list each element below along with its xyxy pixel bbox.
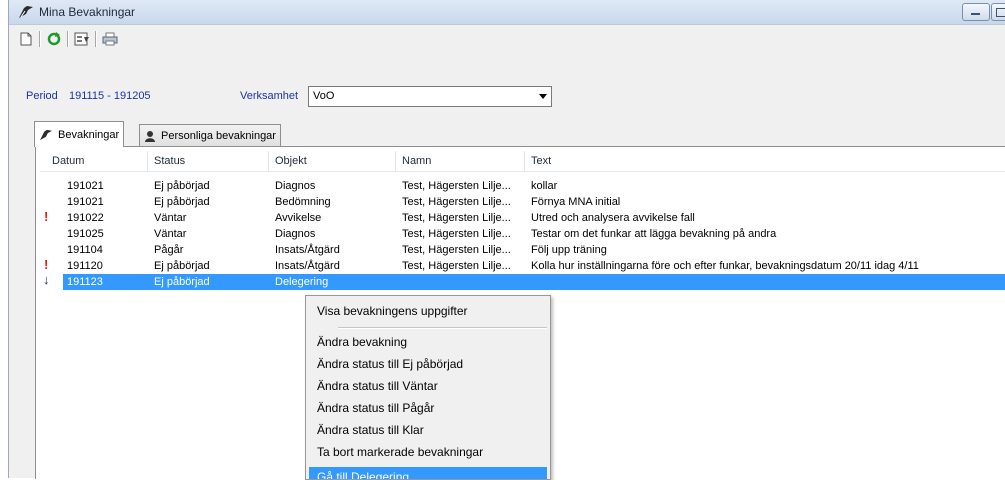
cell-text: kollar [531, 180, 558, 192]
cell-status: Väntar [154, 212, 187, 224]
column-header-namn[interactable]: Namn [395, 151, 431, 171]
chevron-down-icon[interactable] [539, 94, 547, 99]
cell-namn: Test, Hägersten Lilje... [402, 260, 511, 272]
table-row[interactable]: 191021 Ej påbörjad Bedömning Test, Häger… [40, 194, 1005, 210]
table-row[interactable]: 191021 Ej påbörjad Diagnos Test, Hägerst… [40, 178, 1005, 194]
cell-namn: Test, Hägersten Lilje... [402, 196, 511, 208]
cell-status: Ej påbörjad [154, 276, 210, 288]
refresh-icon[interactable] [43, 28, 65, 50]
cell-namn: Test, Hägersten Lilje... [402, 212, 511, 224]
cell-status: Ej påbörjad [154, 260, 210, 272]
table-row[interactable]: 191025 Väntar Diagnos Test, Hägersten Li… [40, 226, 1005, 242]
column-header-datum[interactable]: Datum [52, 155, 84, 167]
title-bar: Mina Bevakningar [9, 0, 1005, 25]
column-header-objekt[interactable]: Objekt [268, 151, 307, 171]
cell-namn: Test, Hägersten Lilje... [402, 244, 511, 256]
verksamhet-label: Verksamhet [240, 90, 299, 102]
menu-item-status-klar[interactable]: Ändra status till Klar [309, 420, 547, 441]
toolbar-separator [39, 31, 41, 47]
cell-datum: 191104 [67, 244, 103, 256]
table-row-selected[interactable]: ↓ 191123 Ej påbörjad Delegering [40, 272, 1005, 290]
person-icon [145, 130, 155, 142]
tab-label: Bevakningar [58, 128, 120, 141]
cell-namn: Test, Hägersten Lilje... [402, 180, 511, 192]
cell-datum: 191123 [67, 276, 103, 288]
period-label: Period [26, 90, 58, 102]
cell-objekt: Delegering [275, 276, 329, 288]
cell-objekt: Diagnos [275, 180, 316, 192]
tab-personliga-bevakningar[interactable]: Personliga bevakningar [139, 124, 281, 146]
cell-objekt: Insats/Åtgärd [275, 260, 340, 272]
cell-text: Förnya MNA initial [531, 196, 621, 208]
verksamhet-select[interactable]: VoO [308, 86, 552, 107]
cell-text: Kolla hur inställningarna före och efter… [531, 260, 919, 272]
cell-text: Utred och analysera avvikelse fall [531, 212, 695, 224]
cell-datum: 191021 [67, 180, 104, 192]
table-row[interactable]: 191104 Pågår Insats/Åtgärd Test, Hägerst… [40, 242, 1005, 258]
tab-bevakningar[interactable]: Bevakningar [34, 121, 125, 147]
cell-status: Ej påbörjad [154, 180, 210, 192]
properties-icon[interactable] [71, 28, 93, 50]
cell-datum: 191025 [67, 228, 104, 240]
tab-label: Personliga bevakningar [161, 129, 276, 142]
menu-separator [338, 327, 547, 329]
menu-item-visa-uppgifter[interactable]: Visa bevakningens uppgifter [309, 301, 547, 322]
toolbar [9, 26, 1005, 52]
new-document-icon[interactable] [15, 28, 37, 50]
context-menu: Visa bevakningens uppgifter Ändra bevakn… [305, 295, 551, 480]
cell-datum: 191120 [67, 260, 103, 272]
priority-flag-icon: ! [44, 209, 49, 224]
menu-item-andra-bevakning[interactable]: Ändra bevakning [309, 332, 547, 353]
menu-item-ga-till-delegering[interactable]: Gå till Delegering [309, 467, 547, 479]
verksamhet-selected-value: VoO [313, 90, 335, 102]
menu-item-status-pagar[interactable]: Ändra status till Pågår [309, 398, 547, 419]
cell-status: Väntar [154, 228, 187, 240]
column-header-status[interactable]: Status [147, 151, 185, 171]
period-value: 191115 - 191205 [69, 90, 151, 102]
cell-objekt: Diagnos [275, 228, 316, 240]
cell-text: Följ upp träning [531, 244, 607, 256]
menu-item-status-vantar[interactable]: Ändra status till Väntar [309, 376, 547, 397]
table-row[interactable]: ! 191120 Ej påbörjad Insats/Åtgärd Test,… [40, 257, 1005, 274]
cell-status: Ej påbörjad [154, 196, 210, 208]
cell-objekt: Avvikelse [275, 212, 322, 224]
window-title: Mina Bevakningar [39, 5, 136, 19]
cell-datum: 191021 [67, 196, 104, 208]
cell-namn: Test, Hägersten Lilje... [402, 228, 511, 240]
print-icon[interactable] [99, 28, 121, 50]
menu-item-status-ej-paborjad[interactable]: Ändra status till Ej påbörjad [309, 354, 547, 375]
cell-objekt: Bedömning [275, 196, 331, 208]
cell-datum: 191022 [67, 212, 104, 224]
cell-text: Testar om det funkar att lägga bevakning… [531, 228, 777, 240]
list-header: Datum Status Objekt Namn Text [40, 151, 1005, 172]
menu-item-ta-bort[interactable]: Ta bort markerade bevakningar [309, 442, 547, 463]
app-icon [18, 5, 34, 22]
desktop-edge [0, 0, 8, 478]
toolbar-separator [95, 31, 97, 47]
cell-objekt: Insats/Åtgärd [275, 244, 340, 256]
arrow-down-icon: ↓ [43, 272, 50, 287]
toolbar-separator [67, 31, 69, 47]
minimize-button[interactable] [962, 3, 990, 21]
table-row[interactable]: ! 191022 Väntar Avvikelse Test, Hägerste… [40, 209, 1005, 226]
maximize-button[interactable] [991, 3, 1005, 21]
cell-status: Pågår [154, 244, 184, 256]
priority-flag-icon: ! [44, 257, 49, 272]
bevakning-icon [40, 129, 52, 140]
column-header-text[interactable]: Text [524, 151, 551, 171]
